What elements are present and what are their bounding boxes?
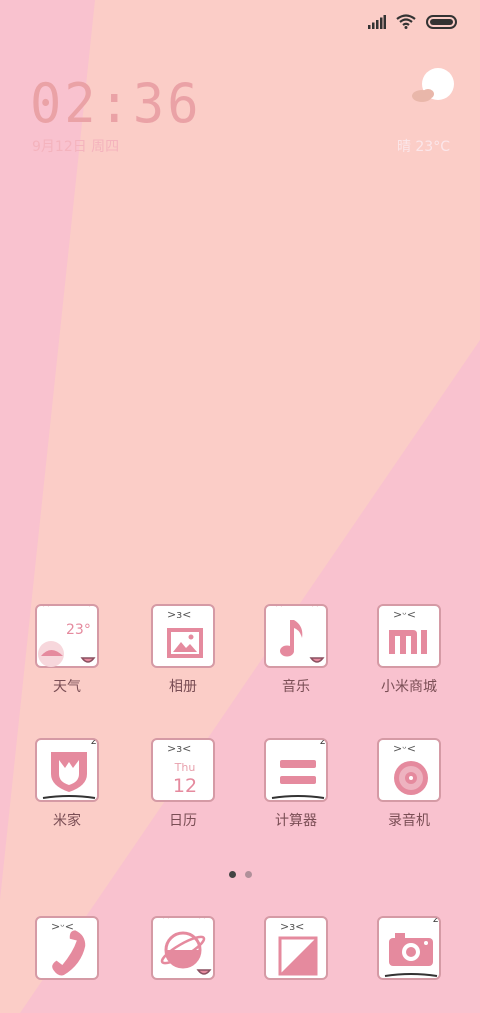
app-label-mijia: 米家 (53, 813, 81, 829)
page-dot-1[interactable] (228, 871, 236, 878)
clock-date: 9月12日 周四 (32, 139, 120, 155)
app-calendar[interactable]: >ɜ< Thu 12 日历 (128, 738, 238, 830)
app-label-calendar: 日历 (169, 813, 197, 829)
battery-icon (426, 14, 457, 29)
app-recorder[interactable]: >ᵕ< 录音机 (354, 738, 464, 830)
mijia-app-icon[interactable]: z z (35, 738, 99, 802)
calendar-day-number: 12 (173, 775, 197, 797)
cloud-sun-icon[interactable] (412, 66, 456, 106)
phone-app-icon[interactable]: >ᵕ< (35, 916, 99, 980)
app-music[interactable]: 音乐 (241, 604, 351, 696)
app-weather[interactable]: 23° 天气 (12, 604, 122, 696)
cellular-signal-icon (368, 14, 386, 29)
svg-text:z: z (324, 740, 328, 742)
svg-text:z: z (95, 740, 99, 742)
dock-notes[interactable]: >ɜ< (241, 916, 351, 980)
weather-app-icon[interactable]: 23° (35, 604, 99, 668)
app-mijia[interactable]: z z 米家 (12, 738, 122, 830)
dock-browser[interactable] (128, 916, 238, 980)
svg-text:>ᵕ<: >ᵕ< (393, 608, 416, 621)
wifi-icon (396, 14, 416, 29)
page-dot-2[interactable] (244, 871, 252, 878)
calendar-app-icon[interactable]: >ɜ< Thu 12 (151, 738, 215, 802)
svg-text:z: z (437, 918, 441, 920)
app-label-gallery: 相册 (169, 679, 197, 695)
dock-phone[interactable]: >ᵕ< (12, 916, 122, 980)
app-label-mi-store: 小米商城 (381, 679, 437, 695)
weather-summary[interactable]: 晴 23°C (397, 136, 450, 156)
mi-store-app-icon[interactable]: >ᵕ< (377, 604, 441, 668)
gallery-app-icon[interactable]: >ɜ< (151, 604, 215, 668)
notes-app-icon[interactable]: >ɜ< (264, 916, 328, 980)
weather-app-temp: 23° (66, 622, 91, 638)
app-label-music: 音乐 (282, 679, 310, 695)
app-label-weather: 天气 (53, 679, 81, 695)
calendar-day-name: Thu (174, 761, 196, 774)
calculator-app-icon[interactable]: z z (264, 738, 328, 802)
dock-camera[interactable]: z z (354, 916, 464, 980)
recorder-app-icon[interactable]: >ᵕ< (377, 738, 441, 802)
svg-text:>ɜ<: >ɜ< (280, 920, 304, 933)
app-mi-store[interactable]: >ᵕ< 小米商城 (354, 604, 464, 696)
app-calculator[interactable]: z z 计算器 (241, 738, 351, 830)
page-indicator[interactable] (0, 871, 480, 878)
app-label-recorder: 录音机 (388, 813, 430, 829)
app-label-calculator: 计算器 (275, 813, 317, 829)
app-gallery[interactable]: >ɜ< 相册 (128, 604, 238, 696)
music-app-icon[interactable] (264, 604, 328, 668)
svg-text:>ɜ<: >ɜ< (167, 742, 191, 755)
svg-text:>ɜ<: >ɜ< (167, 608, 191, 621)
status-bar (368, 14, 458, 29)
svg-text:>ᵕ<: >ᵕ< (393, 742, 416, 755)
camera-app-icon[interactable]: z z (377, 916, 441, 980)
browser-app-icon[interactable] (151, 916, 215, 980)
clock-time[interactable]: 02:36 (30, 73, 202, 136)
svg-text:>ᵕ<: >ᵕ< (51, 920, 74, 933)
